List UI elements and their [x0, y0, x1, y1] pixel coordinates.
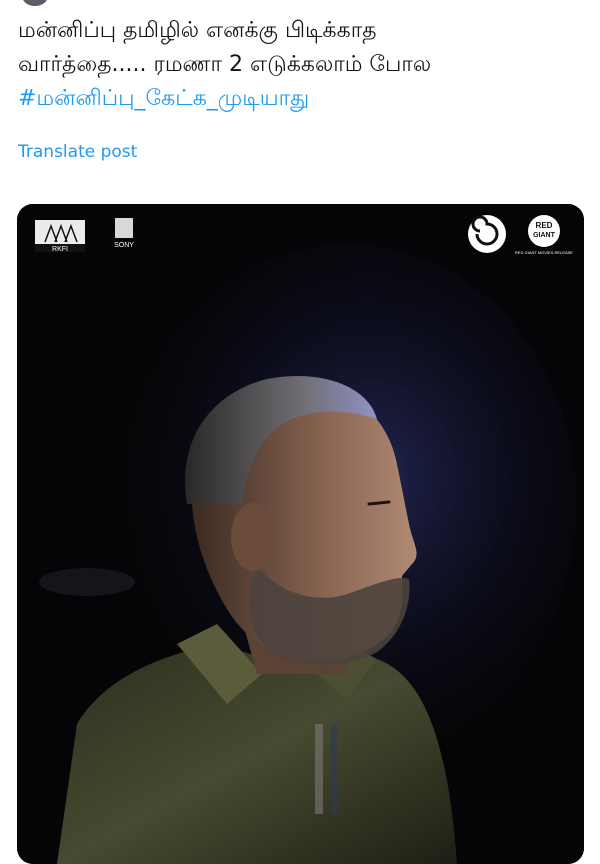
rkfi-logo: RKFI — [35, 220, 85, 253]
media-image[interactable]: RKFI SONY RED GIANT RED GIANT MOVIES REL… — [17, 204, 584, 864]
microphone-shape — [39, 568, 135, 596]
svg-text:RKFI: RKFI — [52, 246, 68, 253]
tweet-text-line-1: மன்னிப்பு தமிழில் எனக்கு பிடிக்காத — [18, 18, 377, 43]
translate-post-link[interactable]: Translate post — [18, 142, 137, 162]
tweet-text-line-2: வார்த்தை..... ரமணா 2 எடுக்கலாம் போல — [18, 52, 432, 77]
svg-text:SONY: SONY — [114, 242, 134, 249]
sony-logo: SONY — [114, 218, 134, 249]
spiral-logo — [468, 215, 506, 253]
svg-text:GIANT: GIANT — [533, 232, 556, 239]
avatar[interactable] — [22, 0, 48, 6]
svg-text:RED GIANT MOVIES RELEASE: RED GIANT MOVIES RELEASE — [515, 250, 573, 255]
svg-text:RED: RED — [536, 221, 553, 230]
photo-illustration: RKFI SONY RED GIANT RED GIANT MOVIES REL… — [17, 204, 584, 864]
hashtag-link[interactable]: #மன்னிப்பு_கேட்க_முடியாது — [18, 82, 583, 116]
tweet-text: மன்னிப்பு தமிழில் எனக்கு பிடிக்காத வார்த… — [18, 14, 583, 116]
